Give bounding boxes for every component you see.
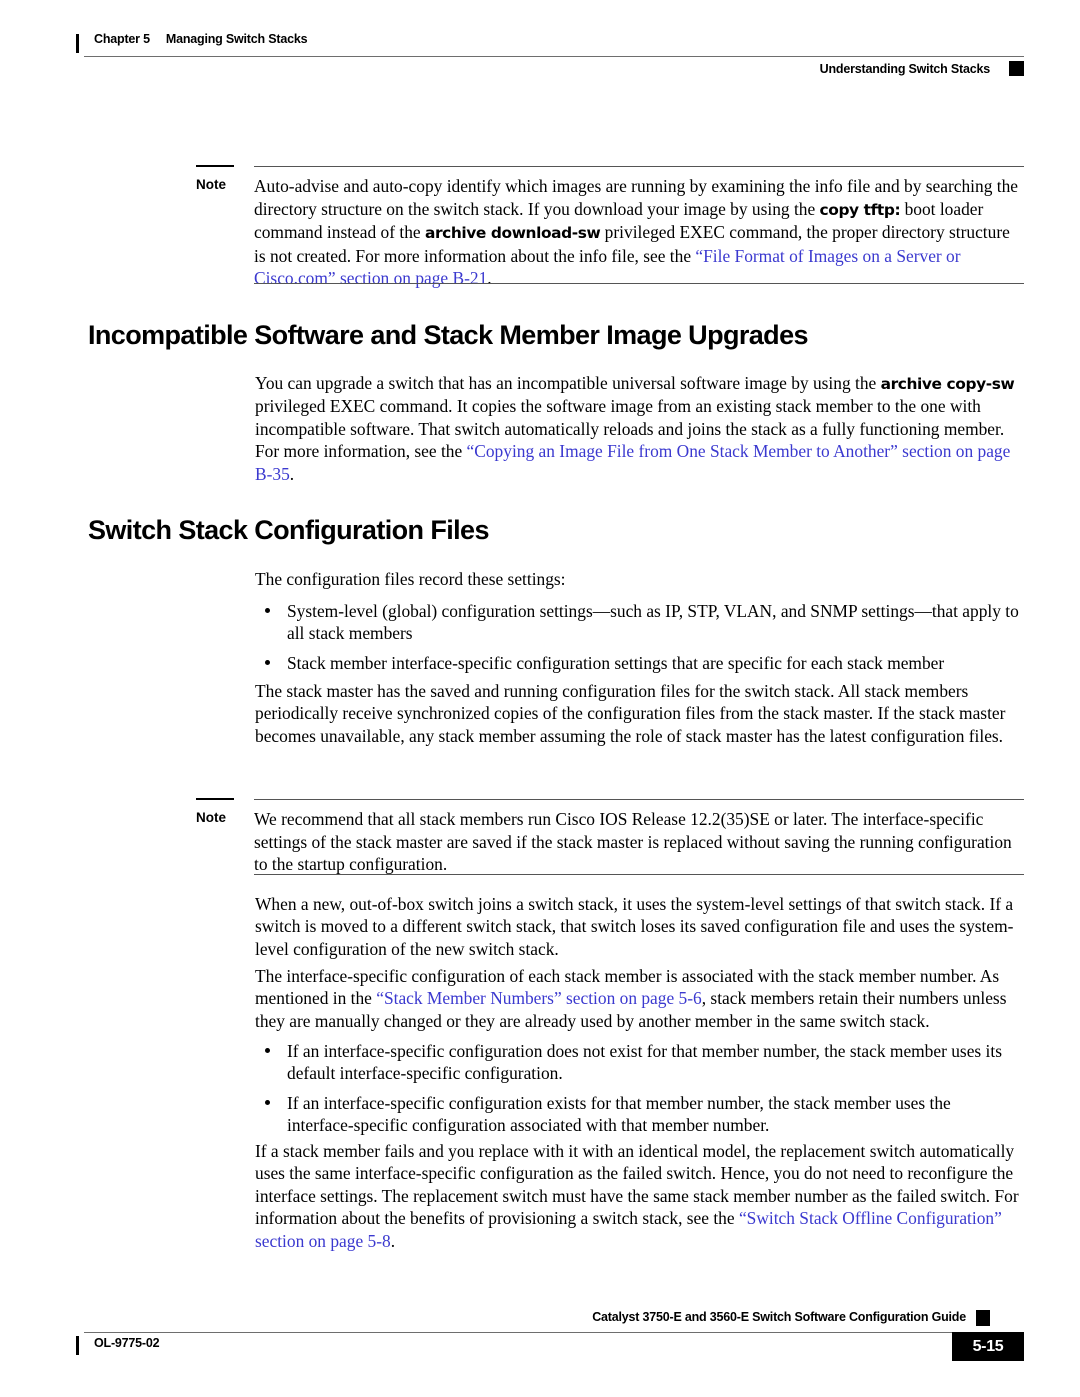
note-label-rule xyxy=(196,798,234,800)
footer-square-marker-icon xyxy=(976,1310,990,1326)
bullet-text: Stack member interface-specific configur… xyxy=(287,652,945,673)
p6-text-2: . xyxy=(390,1230,396,1251)
footer-page-number-badge: 5-15 xyxy=(952,1332,1024,1361)
note1-command-copy-tftp: copy tftp: xyxy=(819,200,901,219)
note1-text-4: . xyxy=(487,268,492,288)
header-square-marker-icon xyxy=(1009,61,1024,76)
p5-cross-reference-link[interactable]: “Stack Member Numbers” section on page 5… xyxy=(376,988,702,1008)
list-item: If an interface-specific configuration d… xyxy=(255,1040,1020,1085)
footer-divider-rule xyxy=(84,1332,1024,1333)
paragraph-interface-specific-config: The interface-specific configuration of … xyxy=(255,965,1020,1032)
note-body-1: Auto-advise and auto-copy identify which… xyxy=(254,175,1022,290)
section-heading-incompatible-software: Incompatible Software and Stack Member I… xyxy=(88,320,809,350)
p1-command-archive-copy-sw: archive copy-sw xyxy=(880,375,1015,393)
paragraph-upgrade-incompatible-image: You can upgrade a switch that has an inc… xyxy=(255,372,1020,485)
note-label: Note xyxy=(196,810,226,825)
section-heading-switch-stack-configuration-files: Switch Stack Configuration Files xyxy=(88,515,489,545)
header-left-tick-marker xyxy=(76,34,79,53)
paragraph-replacement-switch: If a stack member fails and you replace … xyxy=(255,1140,1020,1252)
header-chapter-number: Chapter 5 xyxy=(94,32,150,46)
list-item: Stack member interface-specific configur… xyxy=(255,652,1020,674)
bullet-list-config-settings: System-level (global) configuration sett… xyxy=(255,600,1020,681)
note-top-rule xyxy=(254,799,1024,800)
bullet-text: System-level (global) configuration sett… xyxy=(287,601,1019,644)
p1-text-1: You can upgrade a switch that has an inc… xyxy=(255,373,881,393)
header-row: Chapter 5 Managing Switch Stacks xyxy=(76,30,1024,54)
list-item: If an interface-specific configuration e… xyxy=(255,1092,1020,1137)
paragraph-stack-master-config-files: The stack master has the saved and runni… xyxy=(255,681,1006,746)
header-section-title: Understanding Switch Stacks xyxy=(819,62,991,76)
list-item: System-level (global) configuration sett… xyxy=(255,600,1020,645)
note-top-rule xyxy=(254,166,1024,167)
footer-guide-title: Catalyst 3750-E and 3560-E Switch Softwa… xyxy=(592,1310,966,1324)
note-body-2: We recommend that all stack members run … xyxy=(254,809,1012,874)
bullet-dot-icon xyxy=(265,1099,270,1105)
note1-command-archive-download-sw: archive download-sw xyxy=(424,224,601,242)
note-label-rule xyxy=(196,165,234,167)
footer-left-tick-marker xyxy=(76,1336,79,1355)
header-chapter-label: Chapter 5 Managing Switch Stacks xyxy=(94,32,308,46)
header-chapter-title: Managing Switch Stacks xyxy=(165,32,308,46)
note-label: Note xyxy=(196,177,226,192)
note-bottom-rule xyxy=(254,874,1024,875)
note-bottom-rule xyxy=(254,283,1024,284)
bullet-text: If an interface-specific configuration e… xyxy=(287,1092,951,1136)
bullet-dot-icon xyxy=(265,659,270,665)
header-divider-rule xyxy=(84,56,1024,57)
bullet-list-interface-config-rules: If an interface-specific configuration d… xyxy=(255,1040,1020,1144)
bullet-text: If an interface-specific configuration d… xyxy=(287,1041,1002,1084)
p1-text-3: . xyxy=(289,463,295,484)
paragraph-config-files-record: The configuration files record these set… xyxy=(255,569,566,589)
page-header: Chapter 5 Managing Switch Stacks Understa… xyxy=(76,30,1024,76)
document-page: Chapter 5 Managing Switch Stacks Understa… xyxy=(0,0,1080,1397)
paragraph-new-switch-joins-stack: When a new, out-of-box switch joins a sw… xyxy=(255,894,1014,959)
bullet-dot-icon xyxy=(265,1048,270,1053)
bullet-dot-icon xyxy=(265,608,270,613)
footer-document-id: OL-9775-02 xyxy=(94,1336,160,1350)
